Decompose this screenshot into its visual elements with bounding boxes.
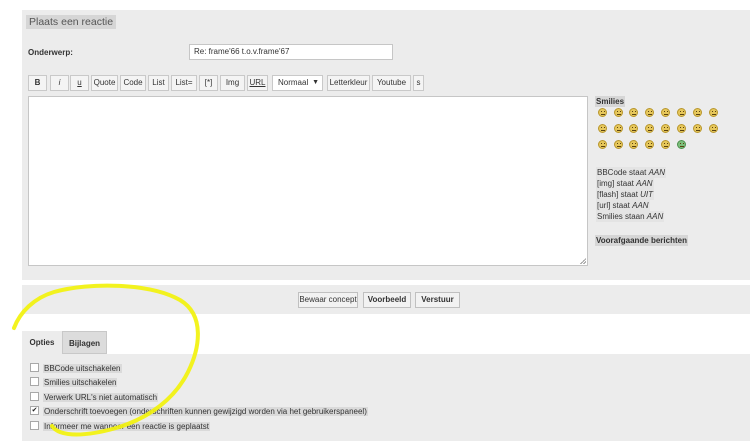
smiley-icon[interactable] xyxy=(709,124,718,133)
option-label: Onderschrift toevoegen (onderschriften k… xyxy=(43,407,368,416)
tab-options[interactable]: Opties xyxy=(22,331,62,354)
status-img-value: AAN xyxy=(636,179,653,188)
panel-title: Plaats een reactie xyxy=(26,15,117,29)
check-icon: ✔ xyxy=(31,407,38,415)
status-img: [img] staat AAN xyxy=(596,178,654,189)
message-textarea[interactable] xyxy=(28,96,588,266)
img-button[interactable]: Img xyxy=(220,75,245,91)
option-label: Smilies uitschakelen xyxy=(43,378,118,387)
checkbox[interactable] xyxy=(30,363,39,373)
smiley-icon[interactable] xyxy=(598,108,607,117)
option-disable-smilies[interactable]: Smilies uitschakelen xyxy=(30,377,118,388)
tab-attachments[interactable]: Bijlagen xyxy=(62,331,107,354)
smiley-icon[interactable] xyxy=(614,108,623,117)
option-label: Verwerk URL's niet automatisch xyxy=(43,393,159,402)
status-url-value: AAN xyxy=(632,201,649,210)
smiley-icon[interactable] xyxy=(629,124,638,133)
smiley-icon[interactable] xyxy=(629,140,638,149)
resize-handle-icon[interactable] xyxy=(580,258,586,264)
youtube-button[interactable]: Youtube xyxy=(372,75,411,91)
font-size-value: Normaal xyxy=(278,78,309,87)
checkbox-checked[interactable]: ✔ xyxy=(30,406,39,416)
smiley-icon[interactable] xyxy=(645,108,654,117)
smiley-icon[interactable] xyxy=(677,124,686,133)
option-label: BBCode uitschakelen xyxy=(43,364,122,373)
previous-messages-heading: Voorafgaande berichten xyxy=(595,235,688,246)
smiley-icon[interactable] xyxy=(709,108,718,117)
smiley-icon[interactable] xyxy=(645,140,654,149)
smiley-icon[interactable] xyxy=(677,108,686,117)
smiley-icon[interactable] xyxy=(693,124,702,133)
font-color-button[interactable]: Letterkleur xyxy=(327,75,370,91)
list-ordered-button[interactable]: List= xyxy=(171,75,197,91)
status-url-label: [url] staat xyxy=(597,201,633,210)
form-actions: Bewaar concept Voorbeeld Verstuur xyxy=(22,285,750,314)
status-bbcode-value: AAN xyxy=(648,168,666,177)
status-flash-label: [flash] staat xyxy=(597,190,641,199)
status-img-label: [img] staat xyxy=(597,179,637,188)
bold-button[interactable]: B xyxy=(28,75,47,91)
options-section: Opties Bijlagen BBCode uitschakelen Smil… xyxy=(22,329,750,441)
smiley-icon[interactable] xyxy=(677,140,686,149)
italic-button[interactable]: i xyxy=(50,75,69,91)
smiley-icon[interactable] xyxy=(645,124,654,133)
status-bbcode: BBCode staat AAN xyxy=(596,167,667,178)
smilies-title: Smilies xyxy=(595,96,626,107)
smiley-icon[interactable] xyxy=(629,108,638,117)
status-smilies: Smilies staan AAN xyxy=(596,211,665,222)
smiley-icon[interactable] xyxy=(661,108,670,117)
s-button[interactable]: s xyxy=(413,75,424,91)
list-button[interactable]: List xyxy=(148,75,169,91)
list-item-button[interactable]: [*] xyxy=(199,75,218,91)
smiley-icon[interactable] xyxy=(693,108,702,117)
status-flash: [flash] staat UIT xyxy=(596,189,655,200)
option-label: Informeer me wanneer een reactie is gepl… xyxy=(43,422,210,431)
checkbox[interactable] xyxy=(30,421,39,431)
preview-button[interactable]: Voorbeeld xyxy=(363,292,411,308)
code-button[interactable]: Code xyxy=(120,75,146,91)
chevron-down-icon: ▼ xyxy=(312,79,319,86)
url-button[interactable]: URL xyxy=(247,75,268,91)
smiley-icon[interactable] xyxy=(661,124,670,133)
options-panel: BBCode uitschakelen Smilies uitschakelen… xyxy=(22,354,750,441)
save-draft-button[interactable]: Bewaar concept xyxy=(298,292,358,308)
smiley-icon[interactable] xyxy=(614,124,623,133)
checkbox[interactable] xyxy=(30,392,39,402)
smiley-icon[interactable] xyxy=(598,140,607,149)
subject-input[interactable] xyxy=(189,44,393,60)
option-no-auto-urls[interactable]: Verwerk URL's niet automatisch xyxy=(30,392,159,403)
post-reply-panel: Plaats een reactie Onderwerp: B i u Quot… xyxy=(22,10,750,280)
quote-button[interactable]: Quote xyxy=(91,75,118,91)
font-size-select[interactable]: Normaal ▼ xyxy=(272,75,323,91)
smiley-icon[interactable] xyxy=(598,124,607,133)
status-smilies-label: Smilies staan xyxy=(597,212,647,221)
status-flash-value: UIT xyxy=(640,190,654,199)
status-bbcode-label: BBCode staat xyxy=(597,168,649,177)
underline-button[interactable]: u xyxy=(70,75,89,91)
subject-label: Onderwerp: xyxy=(28,48,73,57)
status-url: [url] staat AAN xyxy=(596,200,650,211)
smiley-icon[interactable] xyxy=(614,140,623,149)
submit-button[interactable]: Verstuur xyxy=(415,292,460,308)
option-notify-reply[interactable]: Informeer me wanneer een reactie is gepl… xyxy=(30,421,210,432)
status-smilies-value: AAN xyxy=(646,212,664,221)
smiley-icon[interactable] xyxy=(661,140,670,149)
option-disable-bbcode[interactable]: BBCode uitschakelen xyxy=(30,363,122,374)
checkbox[interactable] xyxy=(30,377,39,387)
option-attach-signature[interactable]: ✔ Onderschrift toevoegen (onderschriften … xyxy=(30,406,368,417)
